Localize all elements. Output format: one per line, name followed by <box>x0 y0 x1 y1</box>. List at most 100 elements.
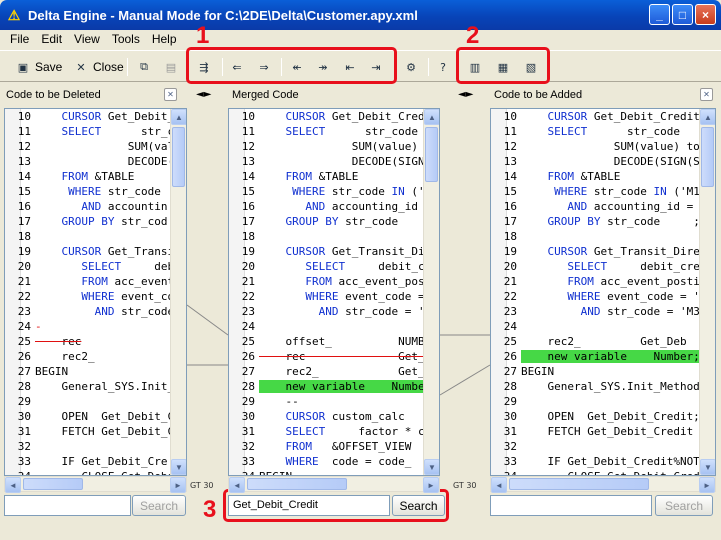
right-search-input[interactable] <box>490 495 652 516</box>
menu-help[interactable]: Help <box>146 32 183 46</box>
code-line: 17 GROUP BY str_cod <box>17 215 168 228</box>
code-line: 26 rec2_ <box>17 350 95 363</box>
code-line: 18 <box>17 230 31 243</box>
maximize-button[interactable]: □ <box>672 4 693 25</box>
swap-arrows-right[interactable]: ◄► <box>458 89 473 100</box>
code-line: 11 SELECT str_code <box>503 125 680 138</box>
middle-search-button[interactable]: Search <box>392 495 445 516</box>
code-line: 32 <box>17 440 31 453</box>
code-line: 27 rec2_ Get_I <box>241 365 432 378</box>
menu-view[interactable]: View <box>68 32 106 46</box>
code-line: 34 CLOSE Get_Debit_Cred <box>491 469 715 475</box>
save-button[interactable]: ▣ Save <box>14 56 63 78</box>
code-line: 28 General_SYS.Init_ <box>17 380 175 393</box>
code-line: 23 AND str_code = 'M3 <box>503 305 700 318</box>
code-line: 28 new variable Numbe <box>241 380 425 393</box>
code-line: 27 BEGIN <box>17 365 69 378</box>
code-line: 25 rec2_ Get_Deb <box>503 335 687 348</box>
code-line: 20 SELECT debit_c <box>241 260 425 273</box>
left-pane-title: Code to be Deleted <box>6 89 101 101</box>
code-line: 14 FROM &TABLE <box>503 170 621 183</box>
menu-edit[interactable]: Edit <box>35 32 68 46</box>
right-code-lines: 10 CURSOR Get_Debit_Credit 11 SELECT str_… <box>491 109 716 475</box>
code-line: 25 offset_ NUMBER <box>241 335 438 348</box>
code-line: 33 IF Get_Debit_Credit%NOTF <box>503 455 707 468</box>
minimize-button[interactable]: _ <box>649 4 670 25</box>
app-icon: ⚠ <box>7 6 21 23</box>
code-line: 30 OPEN Get_Debit_C <box>17 410 175 423</box>
annotation-box-2 <box>456 47 550 84</box>
code-line: 12 SUM(value) total <box>503 140 716 153</box>
code-line: 30 OPEN Get_Debit_Credit; <box>503 410 700 423</box>
code-line: 33 IF Get_Debit_Cre <box>17 455 168 468</box>
right-hscrollbar[interactable]: ◄ ► <box>490 476 716 493</box>
right-search-button[interactable]: Search <box>655 495 713 516</box>
options-icon[interactable]: ⚙ <box>402 58 420 76</box>
help-icon[interactable]: ? <box>434 58 452 76</box>
code-line: 21 FROM acc_event <box>17 275 175 288</box>
code-line: 13 DECODE(SIG <box>17 155 187 168</box>
code-line: 30 CURSOR custom_calc <box>241 410 405 423</box>
code-line: 18 <box>503 230 517 243</box>
left-pane-close-icon[interactable]: ✕ <box>164 88 177 101</box>
code-line: 33 WHERE code = code_ <box>241 455 412 468</box>
close-button[interactable]: ✕ Close <box>72 56 123 78</box>
right-pane-close-icon[interactable]: ✕ <box>700 88 713 101</box>
left-code-pane: 10 CURSOR Get_Debit_Cre 11 SELECT str_co 1… <box>4 108 187 476</box>
middle-code-pane: 10 CURSOR Get_Debit_Credit 11 SELECT str_… <box>228 108 440 476</box>
code-line: 23 AND str_code <box>17 305 175 318</box>
gt-indicator-left: GT 30 <box>190 481 214 490</box>
code-line: 29 <box>503 395 517 408</box>
code-line: 19 CURSOR Get_Transit_Dire <box>503 245 700 258</box>
swap-arrows-left[interactable]: ◄► <box>196 89 211 100</box>
code-line: 31 SELECT factor * c <box>241 425 425 438</box>
code-line: 32 <box>503 440 517 453</box>
code-line: 14 FROM &TABLE <box>17 170 135 183</box>
window-title: Delta Engine - Manual Mode for C:\2DE\De… <box>28 7 418 23</box>
left-hscrollbar[interactable]: ◄ ► <box>4 476 187 493</box>
code-line: 18 <box>241 230 255 243</box>
code-line: 11 SELECT str_code <box>241 125 418 138</box>
middle-pane-title: Merged Code <box>232 89 299 101</box>
code-line: 11 SELECT str_co <box>17 125 181 138</box>
middle-search-input[interactable]: Get_Debit_Credit <box>228 495 390 516</box>
code-line: 15 WHERE str_code IN (' <box>241 185 425 198</box>
code-line: 34 CLOSE Get_Debi <box>5 469 186 475</box>
left-vscrollbar[interactable]: ▲ ▼ <box>170 109 186 475</box>
code-line: 16 AND accounting_id = <box>503 200 694 213</box>
middle-code-lines: 10 CURSOR Get_Debit_Credit 11 SELECT str_… <box>229 109 439 475</box>
annotation-label-2: 2 <box>466 22 480 49</box>
annotation-label-1: 1 <box>196 22 210 49</box>
code-line: 21 FROM acc_event_pos <box>241 275 425 288</box>
code-line: 23 AND str_code = ' <box>241 305 425 318</box>
code-line: 29 -- <box>241 395 299 408</box>
code-line: 10 CURSOR Get_Debit_Credit <box>503 110 700 123</box>
code-line: 20 SELECT deb <box>17 260 175 273</box>
middle-vscrollbar[interactable]: ▲ ▼ <box>423 109 439 475</box>
code-line: 32 FROM &OFFSET_VIEW <box>241 440 412 453</box>
right-vscrollbar[interactable]: ▲ ▼ <box>699 109 715 475</box>
gt-indicator: GT 30 <box>453 481 477 490</box>
code-line: 22 WHERE event_co <box>17 290 175 303</box>
code-line: 19 CURSOR Get_Transit_Di <box>241 245 425 258</box>
paste-icon[interactable]: ▤ <box>162 58 180 76</box>
middle-hscrollbar[interactable]: ◄ ► <box>228 476 440 493</box>
left-search-input[interactable] <box>4 495 131 516</box>
left-search-button[interactable]: Search <box>132 495 186 516</box>
annotation-label-3: 3 <box>203 496 217 523</box>
code-line: 10 CURSOR Get_Debit_Credit <box>241 110 438 123</box>
code-line: 19 CURSOR Get_Transi <box>17 245 175 258</box>
code-line: 24 <box>241 320 255 333</box>
code-line: 24- <box>17 320 42 333</box>
menu-tools[interactable]: Tools <box>106 32 146 46</box>
code-line: 28 General_SYS.Init_Method <box>503 380 700 393</box>
code-line: 17 GROUP BY str_code ; <box>503 215 700 228</box>
title-bar: ⚠ Delta Engine - Manual Mode for C:\2DE\… <box>0 0 721 30</box>
code-line: 16 AND accountin <box>17 200 168 213</box>
code-line: 14 FROM &TABLE <box>241 170 359 183</box>
code-line: 12 SUM(value <box>17 140 187 153</box>
menu-file[interactable]: File <box>4 32 35 46</box>
close-window-button[interactable]: × <box>695 4 716 25</box>
copy-icon[interactable]: ⧉ <box>135 58 153 76</box>
right-code-pane: 10 CURSOR Get_Debit_Credit 11 SELECT str_… <box>490 108 716 476</box>
